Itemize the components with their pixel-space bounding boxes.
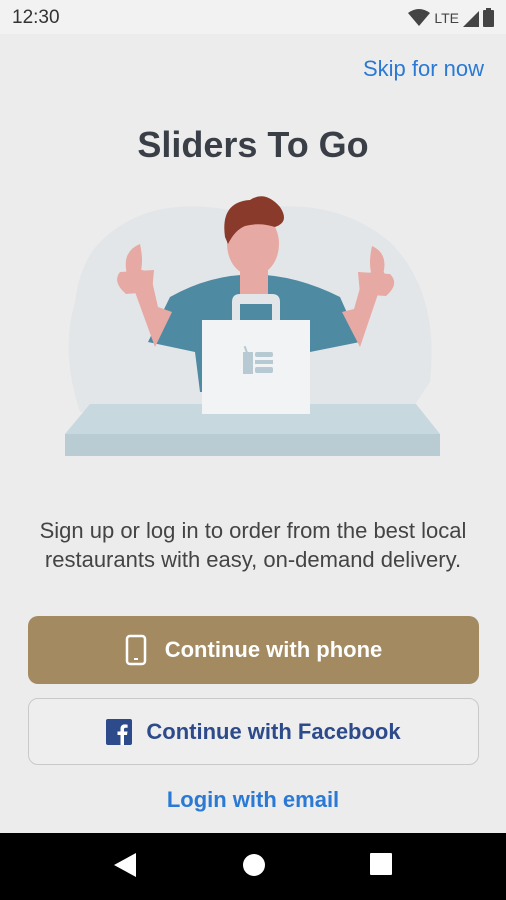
skip-for-now-link[interactable]: Skip for now <box>363 56 484 82</box>
recents-icon[interactable] <box>370 853 392 875</box>
tagline: Sign up or log in to order from the best… <box>39 518 467 572</box>
continue-with-facebook-label: Continue with Facebook <box>146 718 401 744</box>
wifi-icon <box>408 8 431 26</box>
login-with-email-link[interactable]: Login with email <box>0 787 506 813</box>
status-icons: LTE <box>408 8 494 27</box>
status-time: 12:30 <box>12 7 60 28</box>
status-bar: 12:30 LTE <box>0 0 506 34</box>
back-icon[interactable] <box>114 853 136 877</box>
counter-front <box>65 434 440 456</box>
person-with-takeout-bag-illustration <box>65 196 440 456</box>
app-title: Sliders To Go <box>137 124 369 165</box>
network-type: LTE <box>434 9 459 26</box>
continue-with-facebook-button[interactable]: Continue with Facebook <box>28 698 479 765</box>
signal-icon <box>463 10 479 27</box>
continue-with-phone-label: Continue with phone <box>164 637 383 662</box>
phone-icon <box>125 634 146 666</box>
facebook-icon <box>106 718 133 745</box>
takeout-bag <box>202 320 310 414</box>
onboarding-screen: Skip for now Sliders To Go Sign up or lo… <box>0 34 506 833</box>
home-icon[interactable] <box>242 853 266 877</box>
battery-icon <box>483 8 494 27</box>
navigation-bar <box>0 833 506 900</box>
continue-with-phone-button[interactable]: Continue with phone <box>28 616 479 684</box>
